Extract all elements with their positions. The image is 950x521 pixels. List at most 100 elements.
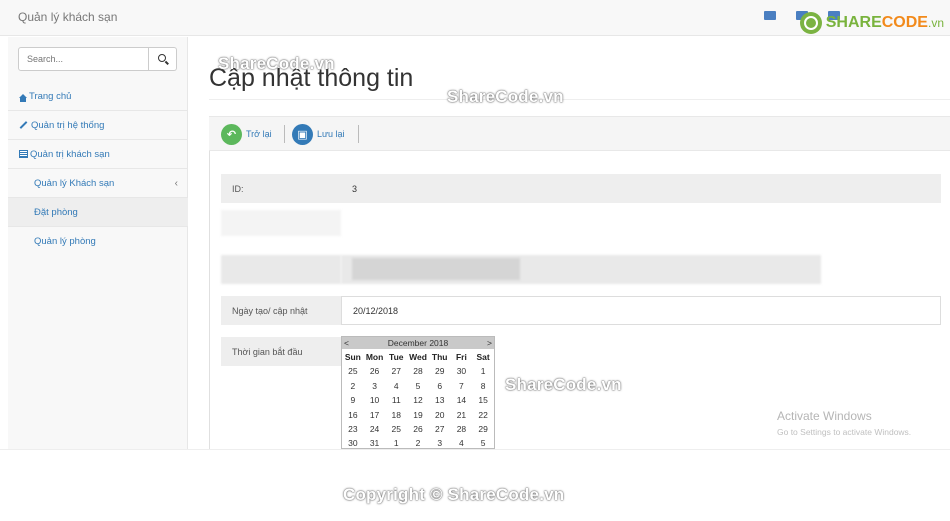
calendar-day[interactable]: 5 bbox=[472, 437, 494, 449]
app-brand[interactable]: Quản lý khách sạn bbox=[18, 10, 117, 24]
logo-icon bbox=[799, 12, 822, 34]
calendar-day[interactable]: 30 bbox=[342, 437, 364, 449]
sidebar-item-hotel-admin[interactable]: Quản trị khách sạn bbox=[8, 140, 188, 169]
back-button[interactable]: ↶ Trở lại bbox=[221, 123, 272, 145]
calendar-day[interactable]: 23 bbox=[342, 423, 364, 435]
sidebar-item-booking[interactable]: Đặt phòng bbox=[8, 198, 188, 227]
home-icon bbox=[19, 94, 27, 102]
watermark-text: ShareCode.vn bbox=[505, 375, 622, 394]
calendar-day[interactable]: 2 bbox=[407, 437, 429, 449]
watermark-text: ShareCode.vn bbox=[218, 54, 335, 73]
wrench-icon bbox=[19, 121, 28, 129]
calendar-day[interactable]: 24 bbox=[364, 423, 386, 435]
sidebar-item-manage-rooms[interactable]: Quản lý phòng bbox=[8, 227, 188, 256]
chevron-left-icon: ‹ bbox=[174, 178, 178, 189]
calendar-day[interactable]: 29 bbox=[429, 365, 451, 377]
id-label: ID: bbox=[221, 174, 341, 203]
undo-icon: ↶ bbox=[221, 123, 242, 145]
calendar-day[interactable]: 18 bbox=[385, 409, 407, 421]
toolbar-divider bbox=[358, 125, 359, 143]
calendar-day[interactable]: 14 bbox=[451, 394, 473, 406]
sidebar-item-label: Trang chủ bbox=[29, 90, 72, 102]
calendar-day[interactable]: 4 bbox=[451, 437, 473, 449]
copyright-watermark: Copyright © ShareCode.vn bbox=[343, 485, 565, 504]
calendar-day[interactable]: 25 bbox=[385, 423, 407, 435]
calendar-day[interactable]: 27 bbox=[385, 365, 407, 377]
activate-windows-title: Activate Windows bbox=[777, 409, 872, 423]
calendar-day[interactable]: 31 bbox=[364, 437, 386, 449]
calendar-month-title: December 2018 bbox=[387, 338, 449, 348]
start-time-label: Thời gian bắt đầu bbox=[221, 337, 341, 366]
calendar-day[interactable]: 4 bbox=[385, 380, 407, 392]
calendar-day[interactable]: 13 bbox=[429, 394, 451, 406]
next-month-button[interactable]: > bbox=[487, 338, 492, 348]
watermark-text: ShareCode.vn bbox=[447, 87, 564, 106]
calendar-day[interactable]: 12 bbox=[407, 394, 429, 406]
sidebar-item-label: Đặt phòng bbox=[34, 206, 78, 218]
calendar-weekday: Mon bbox=[365, 352, 384, 362]
calendar-day[interactable]: 26 bbox=[407, 423, 429, 435]
calendar-day[interactable]: 17 bbox=[364, 409, 386, 421]
search-icon bbox=[157, 54, 166, 62]
blurred-field bbox=[352, 258, 520, 280]
sidebar-item-label: Quản trị hệ thống bbox=[31, 119, 105, 131]
calendar-day[interactable]: 16 bbox=[342, 409, 364, 421]
calendar-day[interactable]: 7 bbox=[451, 380, 473, 392]
calendar-day[interactable]: 28 bbox=[451, 423, 473, 435]
toolbar-divider bbox=[284, 125, 285, 143]
calendar-day[interactable]: 22 bbox=[472, 409, 494, 421]
calendar-day[interactable]: 5 bbox=[407, 380, 429, 392]
blurred-label bbox=[221, 210, 341, 236]
blurred-label bbox=[221, 255, 341, 284]
calendar-day[interactable]: 3 bbox=[429, 437, 451, 449]
search-input[interactable] bbox=[18, 47, 149, 71]
calendar-weekday: Sun bbox=[344, 352, 361, 362]
sharecode-logo: SHARECODE.vn bbox=[799, 12, 944, 34]
sidebar-item-label: Quản lý phòng bbox=[34, 236, 96, 247]
top-navbar: Quản lý khách sạn SHARECODE.vn bbox=[0, 0, 950, 36]
calendar-day[interactable]: 10 bbox=[364, 394, 386, 406]
footer-divider bbox=[0, 449, 950, 450]
save-button-label: Lưu lại bbox=[317, 129, 345, 139]
calendar-day[interactable]: 3 bbox=[364, 380, 386, 392]
calendar-header: < December 2018 > bbox=[342, 337, 494, 349]
sidebar-item-system-admin[interactable]: Quản trị hệ thống bbox=[8, 111, 188, 140]
calendar-day[interactable]: 21 bbox=[451, 409, 473, 421]
id-value: 3 bbox=[341, 174, 941, 203]
calendar-day[interactable]: 19 bbox=[407, 409, 429, 421]
sidebar: Trang chủ Quản trị hệ thống Quản trị khá… bbox=[8, 37, 188, 449]
save-icon: ▣ bbox=[292, 123, 313, 145]
sidebar-item-label: Quản trị khách sạn bbox=[30, 148, 110, 160]
calendar-day[interactable]: 15 bbox=[472, 394, 494, 406]
calendar-weekday: Wed bbox=[409, 352, 427, 362]
search-button[interactable] bbox=[149, 47, 177, 71]
calendar-day[interactable]: 25 bbox=[342, 365, 364, 377]
envelope-icon[interactable] bbox=[764, 11, 776, 20]
date-picker[interactable]: < December 2018 > Sun Mon Tue Wed Thu Fri Sat 2… bbox=[341, 336, 495, 449]
calendar-day[interactable]: 8 bbox=[472, 380, 494, 392]
calendar-day[interactable]: 28 bbox=[407, 365, 429, 377]
date-value: 20/12/2018 bbox=[341, 296, 941, 325]
date-label: Ngày tạo/ cập nhật bbox=[221, 296, 341, 325]
back-button-label: Trở lại bbox=[246, 129, 272, 139]
calendar-weekday: Tue bbox=[389, 352, 404, 362]
calendar-day[interactable]: 2 bbox=[342, 380, 364, 392]
prev-month-button[interactable]: < bbox=[344, 338, 349, 348]
calendar-day[interactable]: 27 bbox=[429, 423, 451, 435]
save-button[interactable]: ▣ Lưu lại bbox=[292, 123, 345, 145]
toolbar: ↶ Trở lại ▣ Lưu lại bbox=[209, 116, 950, 151]
calendar-day[interactable]: 26 bbox=[364, 365, 386, 377]
calendar-day[interactable]: 1 bbox=[385, 437, 407, 449]
activate-windows-subtitle: Go to Settings to activate Windows. bbox=[777, 427, 912, 437]
sidebar-item-home[interactable]: Trang chủ bbox=[8, 82, 188, 111]
calendar-day[interactable]: 1 bbox=[472, 365, 494, 377]
calendar-day[interactable]: 9 bbox=[342, 394, 364, 406]
calendar-day[interactable]: 29 bbox=[472, 423, 494, 435]
calendar-day[interactable]: 11 bbox=[385, 394, 407, 406]
sidebar-item-manage-hotels[interactable]: Quản lý Khách sạn ‹ bbox=[8, 169, 188, 198]
sidebar-search bbox=[18, 47, 183, 71]
calendar-day[interactable]: 30 bbox=[451, 365, 473, 377]
calendar-day[interactable]: 20 bbox=[429, 409, 451, 421]
sidebar-item-label: Quản lý Khách sạn bbox=[34, 177, 115, 189]
calendar-day[interactable]: 6 bbox=[429, 380, 451, 392]
